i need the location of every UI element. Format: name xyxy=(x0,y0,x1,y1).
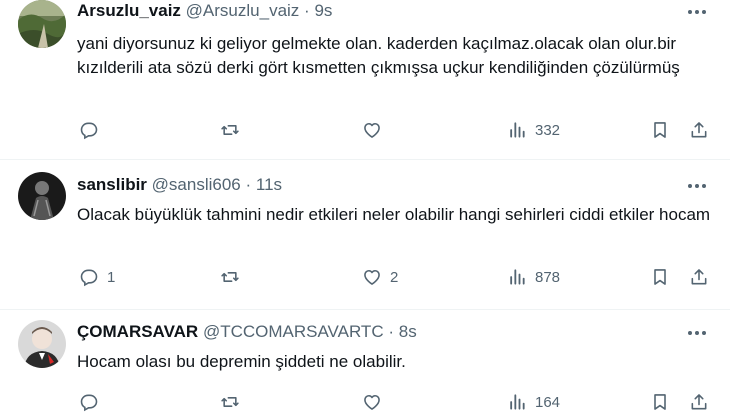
views-count: 332 xyxy=(535,121,561,139)
dark-figure-avatar xyxy=(18,172,66,220)
tweet-text: Hocam olası bu depremin şiddeti ne olabi… xyxy=(77,352,406,371)
bookmark-button[interactable] xyxy=(650,267,670,287)
share-icon xyxy=(691,122,707,138)
views-button[interactable]: 878 xyxy=(507,267,560,287)
tweet-text: yani diyorsunuz ki geliyor gelmekte olan… xyxy=(77,34,680,77)
separator-dot: · xyxy=(304,1,310,20)
timestamp[interactable]: 8s xyxy=(399,322,417,341)
display-name[interactable]: Arsuzlu_vaiz xyxy=(77,1,181,20)
views-count: 164 xyxy=(535,393,561,411)
tweet-text: Olacak büyüklük tahmini nedir etkileri n… xyxy=(77,205,711,224)
like-button[interactable]: 2 xyxy=(362,267,398,287)
views-icon xyxy=(510,122,525,138)
tweet[interactable]: ÇOMARSAVAR @TCCOMARSAVARTC · 8s Hocam ol… xyxy=(0,310,730,420)
avatar[interactable] xyxy=(18,172,66,220)
reply-button[interactable]: 1 xyxy=(79,267,115,287)
user-handle[interactable]: @Arsuzlu_vaiz xyxy=(186,1,300,20)
retweet-icon xyxy=(221,125,239,135)
share-button[interactable] xyxy=(689,267,709,287)
like-icon xyxy=(364,269,380,285)
views-icon xyxy=(510,269,525,285)
share-button[interactable] xyxy=(689,120,709,140)
separator-dot: · xyxy=(388,322,395,341)
views-button[interactable]: 164 xyxy=(507,392,560,412)
avatar[interactable] xyxy=(18,320,66,368)
reply-button[interactable] xyxy=(79,392,107,412)
reply-count: 1 xyxy=(107,268,116,286)
more-dots-icon[interactable] xyxy=(686,2,708,22)
bookmark-button[interactable] xyxy=(650,392,670,412)
views-button[interactable]: 332 xyxy=(507,120,560,140)
bookmark-icon xyxy=(654,394,666,410)
views-icon xyxy=(510,394,525,410)
tweet-header: ÇOMARSAVAR @TCCOMARSAVARTC · 8s xyxy=(77,322,417,342)
portrait-avatar xyxy=(18,320,66,368)
bookmark-button[interactable] xyxy=(650,120,670,140)
avatar[interactable] xyxy=(18,0,66,48)
separator-dot: · xyxy=(245,175,252,194)
retweet-button[interactable] xyxy=(220,392,248,412)
like-button[interactable] xyxy=(362,120,390,140)
like-count: 2 xyxy=(390,268,399,286)
retweet-button[interactable] xyxy=(220,120,248,140)
more-dots-icon[interactable] xyxy=(686,323,708,343)
reply-icon xyxy=(80,122,98,140)
bookmark-icon xyxy=(654,122,666,138)
retweet-icon xyxy=(221,272,239,282)
share-button[interactable] xyxy=(689,392,709,412)
tweet-header: sanslibir @sansli606 · 11s xyxy=(77,175,282,195)
timestamp[interactable]: 11s xyxy=(256,175,282,194)
user-handle[interactable]: @TCCOMARSAVARTC xyxy=(203,322,384,341)
tweet[interactable]: sanslibir @sansli606 · 11s Olacak büyükl… xyxy=(0,160,730,310)
share-icon xyxy=(691,394,707,410)
retweet-button[interactable] xyxy=(220,267,248,287)
tweet-header: Arsuzlu_vaiz @Arsuzlu_vaiz · 9s xyxy=(77,1,332,21)
like-icon xyxy=(364,394,380,410)
tweet[interactable]: Arsuzlu_vaiz @Arsuzlu_vaiz · 9s yani diy… xyxy=(0,0,730,160)
landscape-photo-avatar xyxy=(18,0,66,48)
retweet-icon xyxy=(221,397,239,407)
timestamp[interactable]: 9s xyxy=(314,1,332,20)
share-icon xyxy=(691,269,707,285)
reply-icon xyxy=(80,269,98,287)
like-button[interactable] xyxy=(362,392,390,412)
like-icon xyxy=(364,122,380,138)
reply-icon xyxy=(80,394,98,412)
user-handle[interactable]: @sansli606 xyxy=(152,175,241,194)
more-dots-icon[interactable] xyxy=(686,176,708,196)
display-name[interactable]: ÇOMARSAVAR xyxy=(77,322,198,341)
views-count: 878 xyxy=(535,268,561,286)
display-name[interactable]: sanslibir xyxy=(77,175,147,194)
reply-button[interactable] xyxy=(79,120,107,140)
bookmark-icon xyxy=(654,269,666,285)
